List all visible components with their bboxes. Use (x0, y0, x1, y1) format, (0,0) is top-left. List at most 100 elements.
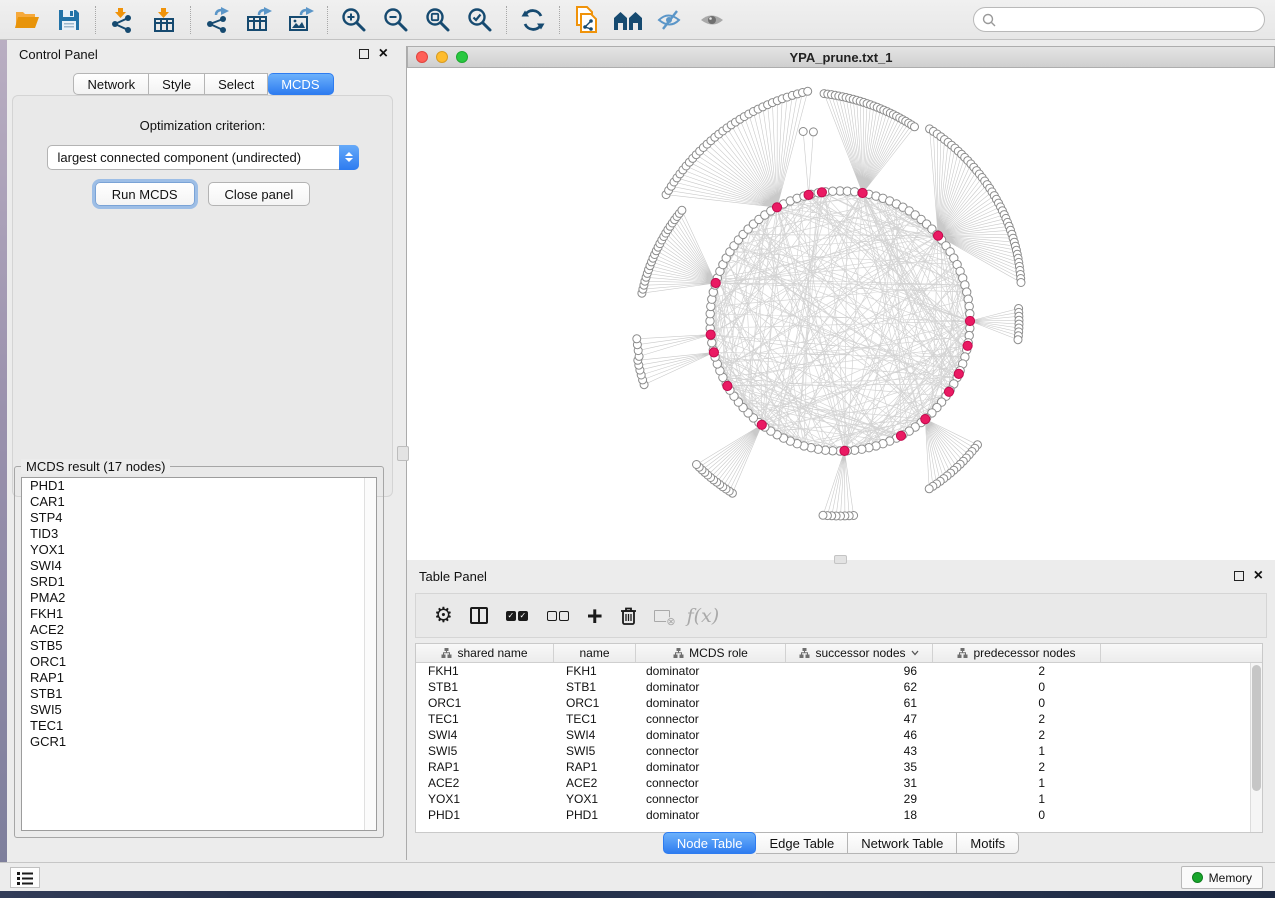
tab-mcds[interactable]: MCDS (268, 73, 333, 95)
table-row[interactable]: FKH1FKH1dominator962 (416, 663, 1262, 679)
column-header-MCDS-role[interactable]: MCDS role (636, 644, 786, 662)
mcds-dominator-node[interactable] (954, 369, 963, 378)
mcds-result-item[interactable]: PHD1 (22, 478, 376, 494)
tab-motifs[interactable]: Motifs (957, 832, 1019, 854)
apply-layout-button[interactable] (512, 3, 554, 37)
mcds-dominator-node[interactable] (757, 420, 766, 429)
tab-network[interactable]: Network (73, 73, 149, 95)
tab-select[interactable]: Select (205, 73, 268, 95)
mcds-dominator-node[interactable] (804, 190, 813, 199)
result-list-scrollbar[interactable] (364, 478, 376, 830)
mcds-dominator-node[interactable] (858, 188, 867, 197)
hide-selected-button[interactable] (649, 3, 691, 37)
mcds-dominator-node[interactable] (711, 278, 720, 287)
network-graph[interactable] (407, 68, 1275, 560)
mcds-dominator-node[interactable] (965, 316, 974, 325)
mcds-result-item[interactable]: STB5 (22, 638, 376, 654)
column-header-name[interactable]: name (554, 644, 636, 662)
open-file-button[interactable] (6, 3, 48, 37)
table-row[interactable]: PHD1PHD1dominator180 (416, 807, 1262, 823)
network-view-canvas[interactable] (407, 68, 1275, 560)
table-row[interactable]: RAP1RAP1dominator352 (416, 759, 1262, 775)
float-panel-icon[interactable] (359, 49, 369, 59)
mcds-result-item[interactable]: FKH1 (22, 606, 376, 622)
cell: YOX1 (554, 792, 636, 806)
export-image-button[interactable] (280, 3, 322, 37)
close-table-panel-icon[interactable]: × (1254, 571, 1263, 581)
mcds-dominator-node[interactable] (944, 387, 953, 396)
horizontal-splitter-handle[interactable] (834, 555, 847, 564)
mcds-result-item[interactable]: SRD1 (22, 574, 376, 590)
mcds-result-item[interactable]: TEC1 (22, 718, 376, 734)
mcds-result-item[interactable]: TID3 (22, 526, 376, 542)
search-input[interactable] (1001, 12, 1264, 27)
deselect-all-icon[interactable] (546, 611, 570, 621)
mcds-dominator-node[interactable] (934, 231, 943, 240)
first-neighbors-button[interactable] (607, 3, 649, 37)
memory-button[interactable]: Memory (1181, 866, 1263, 889)
mcds-result-item[interactable]: CAR1 (22, 494, 376, 510)
close-panel-icon[interactable]: × (379, 49, 388, 59)
duplicate-network-button[interactable] (565, 3, 607, 37)
table-row[interactable]: ORC1ORC1dominator610 (416, 695, 1262, 711)
mcds-result-item[interactable]: SWI4 (22, 558, 376, 574)
mcds-result-item[interactable]: ACE2 (22, 622, 376, 638)
mcds-dominator-node[interactable] (840, 446, 849, 455)
mcds-result-item[interactable]: STP4 (22, 510, 376, 526)
export-table-button[interactable] (238, 3, 280, 37)
tab-style[interactable]: Style (149, 73, 205, 95)
table-row[interactable]: ACE2ACE2connector311 (416, 775, 1262, 791)
mcds-result-item[interactable]: STB1 (22, 686, 376, 702)
table-row[interactable]: YOX1YOX1connector291 (416, 791, 1262, 807)
mcds-result-item[interactable]: RAP1 (22, 670, 376, 686)
task-history-button[interactable] (10, 867, 40, 888)
criterion-dropdown[interactable]: largest connected component (undirected) (47, 145, 359, 170)
mcds-dominator-node[interactable] (896, 431, 905, 440)
table-scrollbar-thumb[interactable] (1252, 665, 1261, 791)
tab-edge-table[interactable]: Edge Table (756, 832, 848, 854)
select-all-icon[interactable]: ✓✓ (505, 611, 529, 621)
vertical-splitter-handle[interactable] (397, 446, 409, 461)
close-mcds-panel-button[interactable]: Close panel (208, 182, 311, 206)
table-row[interactable]: STB1STB1dominator620 (416, 679, 1262, 695)
table-scrollbar[interactable] (1250, 663, 1262, 832)
table-settings-icon[interactable]: ⚙ (434, 605, 453, 626)
save-session-button[interactable] (48, 3, 90, 37)
add-row-icon[interactable]: + (587, 606, 603, 626)
fit-content-button[interactable] (417, 3, 459, 37)
mcds-dominator-node[interactable] (817, 188, 826, 197)
column-header-successor-nodes[interactable]: successor nodes (786, 644, 933, 662)
mcds-dominator-node[interactable] (709, 348, 718, 357)
zoom-in-button[interactable] (333, 3, 375, 37)
show-columns-icon[interactable] (470, 607, 488, 624)
mcds-result-item[interactable]: YOX1 (22, 542, 376, 558)
mcds-dominator-node[interactable] (921, 415, 930, 424)
mcds-dominator-node[interactable] (706, 330, 715, 339)
table-row[interactable]: SWI4SWI4dominator462 (416, 727, 1262, 743)
mcds-dominator-node[interactable] (723, 381, 732, 390)
table-row[interactable]: TEC1TEC1connector472 (416, 711, 1262, 727)
show-all-button[interactable] (691, 3, 733, 37)
mcds-result-list[interactable]: PHD1CAR1STP4TID3YOX1SWI4SRD1PMA2FKH1ACE2… (21, 477, 377, 831)
column-header-shared-name[interactable]: shared name (416, 644, 554, 662)
run-mcds-button[interactable]: Run MCDS (95, 182, 195, 206)
mcds-result-item[interactable]: GCR1 (22, 734, 376, 750)
column-header-predecessor-nodes[interactable]: predecessor nodes (933, 644, 1101, 662)
import-network-button[interactable] (101, 3, 143, 37)
table-row[interactable]: SWI5SWI5connector431 (416, 743, 1262, 759)
delete-rows-icon[interactable] (620, 606, 637, 626)
tab-network-table[interactable]: Network Table (848, 832, 957, 854)
network-window-titlebar[interactable]: YPA_prune.txt_1 (407, 46, 1275, 68)
cell: dominator (636, 664, 786, 678)
fit-selected-button[interactable] (459, 3, 501, 37)
mcds-result-item[interactable]: PMA2 (22, 590, 376, 606)
export-network-button[interactable] (196, 3, 238, 37)
mcds-result-item[interactable]: ORC1 (22, 654, 376, 670)
mcds-dominator-node[interactable] (963, 341, 972, 350)
mcds-dominator-node[interactable] (772, 203, 781, 212)
import-table-button[interactable] (143, 3, 185, 37)
zoom-out-button[interactable] (375, 3, 417, 37)
mcds-result-item[interactable]: SWI5 (22, 702, 376, 718)
tab-node-table[interactable]: Node Table (663, 832, 757, 854)
float-table-panel-icon[interactable] (1234, 571, 1244, 581)
